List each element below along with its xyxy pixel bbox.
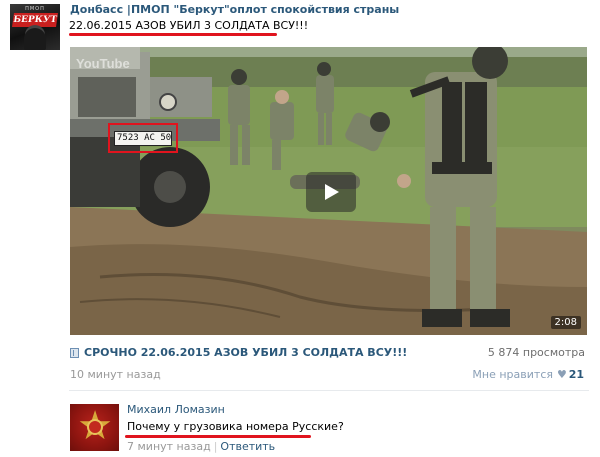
post-author-link[interactable]: Донбасс |ПМОП "Беркут"оплот спокойствия … <box>70 3 399 16</box>
post-time-link[interactable]: 10 минут назад <box>70 368 161 381</box>
post-footer: 10 минут назад Мне нравится ♥ 21 <box>70 368 587 384</box>
reply-button[interactable]: Ответить <box>220 440 275 453</box>
license-plate-highlight-box <box>108 123 178 153</box>
group-avatar-figure <box>24 28 46 50</box>
video-title-row: СРОЧНО 22.06.2015 АЗОВ УБИЛ 3 СОЛДАТА ВС… <box>70 346 587 362</box>
comment-time-link[interactable]: 7 минут назад <box>127 440 211 453</box>
comments-divider <box>69 390 589 391</box>
comment-meta: 7 минут назад | Ответить <box>127 440 275 453</box>
comment-author-link[interactable]: Михаил Ломазин <box>127 403 225 416</box>
meta-separator: | <box>213 440 218 453</box>
like-count[interactable]: 21 <box>569 368 584 381</box>
group-avatar[interactable]: ПМОП БЕРКУТ <box>10 4 60 50</box>
post-text-highlight-underline <box>69 33 277 36</box>
heart-icon[interactable]: ♥ <box>557 369 567 380</box>
comment-text-highlight-underline <box>125 435 311 438</box>
youtube-watermark: YouTube <box>76 56 130 71</box>
film-icon <box>70 348 79 358</box>
view-count: 5 874 просмотра <box>487 346 585 359</box>
video-title-link[interactable]: СРОЧНО 22.06.2015 АЗОВ УБИЛ 3 СОЛДАТА ВС… <box>84 346 407 359</box>
group-avatar-caption: ПМОП <box>25 6 45 12</box>
play-icon[interactable] <box>306 172 356 212</box>
hammer-sickle-icon <box>87 419 103 435</box>
post-text: 22.06.2015 АЗОВ УБИЛ 3 СОЛДАТА ВСУ!!! <box>69 19 309 32</box>
comment-text: Почему у грузовика номера Русские? <box>127 420 344 433</box>
like-label[interactable]: Мне нравится <box>472 368 553 381</box>
video-duration: 2:08 <box>550 316 581 329</box>
group-avatar-logo: БЕРКУТ <box>12 13 58 27</box>
comment-author-avatar[interactable]: ★ <box>70 404 119 451</box>
video-player[interactable]: YouTube 7523 АС 50 2:08 <box>70 47 587 335</box>
